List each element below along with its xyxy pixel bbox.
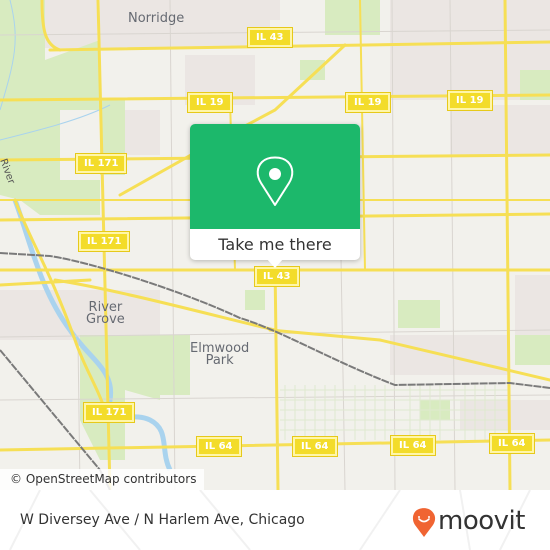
highway-shield-il64: IL 64 bbox=[293, 437, 337, 456]
footer: W Diversey Ave / N Harlem Ave, Chicago m… bbox=[0, 490, 550, 550]
place-label-norridge: Norridge bbox=[128, 11, 185, 26]
highway-shield-il171: IL 171 bbox=[76, 154, 127, 173]
place-label-river-grove: River Grove bbox=[86, 300, 125, 327]
highway-shield-il171: IL 171 bbox=[84, 403, 135, 422]
map-pin-icon bbox=[256, 156, 294, 206]
place-label-elmwood-park: Elmwood Park bbox=[190, 341, 250, 368]
highway-shield-il64: IL 64 bbox=[391, 436, 435, 455]
highway-shield-il19: IL 19 bbox=[188, 93, 232, 112]
moovit-pin-icon bbox=[412, 508, 436, 537]
highway-shield-il19: IL 19 bbox=[346, 93, 390, 112]
highway-shield-il43: IL 43 bbox=[248, 28, 292, 47]
highway-shield-il171: IL 171 bbox=[79, 232, 130, 251]
moovit-wordmark: moovit bbox=[438, 506, 525, 536]
location-popup[interactable]: Take me there bbox=[190, 124, 360, 268]
highway-shield-il19: IL 19 bbox=[448, 91, 492, 110]
map-attribution[interactable]: © OpenStreetMap contributors bbox=[0, 469, 205, 490]
highway-shield-il64: IL 64 bbox=[197, 437, 241, 456]
highway-shield-il64: IL 64 bbox=[490, 434, 534, 453]
popup-pointer bbox=[266, 258, 284, 268]
popup-header bbox=[190, 124, 360, 229]
address-label: W Diversey Ave / N Harlem Ave, Chicago bbox=[20, 512, 305, 528]
map[interactable]: Norridge River Grove Elmwood Park River … bbox=[0, 0, 550, 490]
highway-shield-il43: IL 43 bbox=[255, 267, 299, 286]
take-me-there-button[interactable]: Take me there bbox=[190, 229, 360, 260]
